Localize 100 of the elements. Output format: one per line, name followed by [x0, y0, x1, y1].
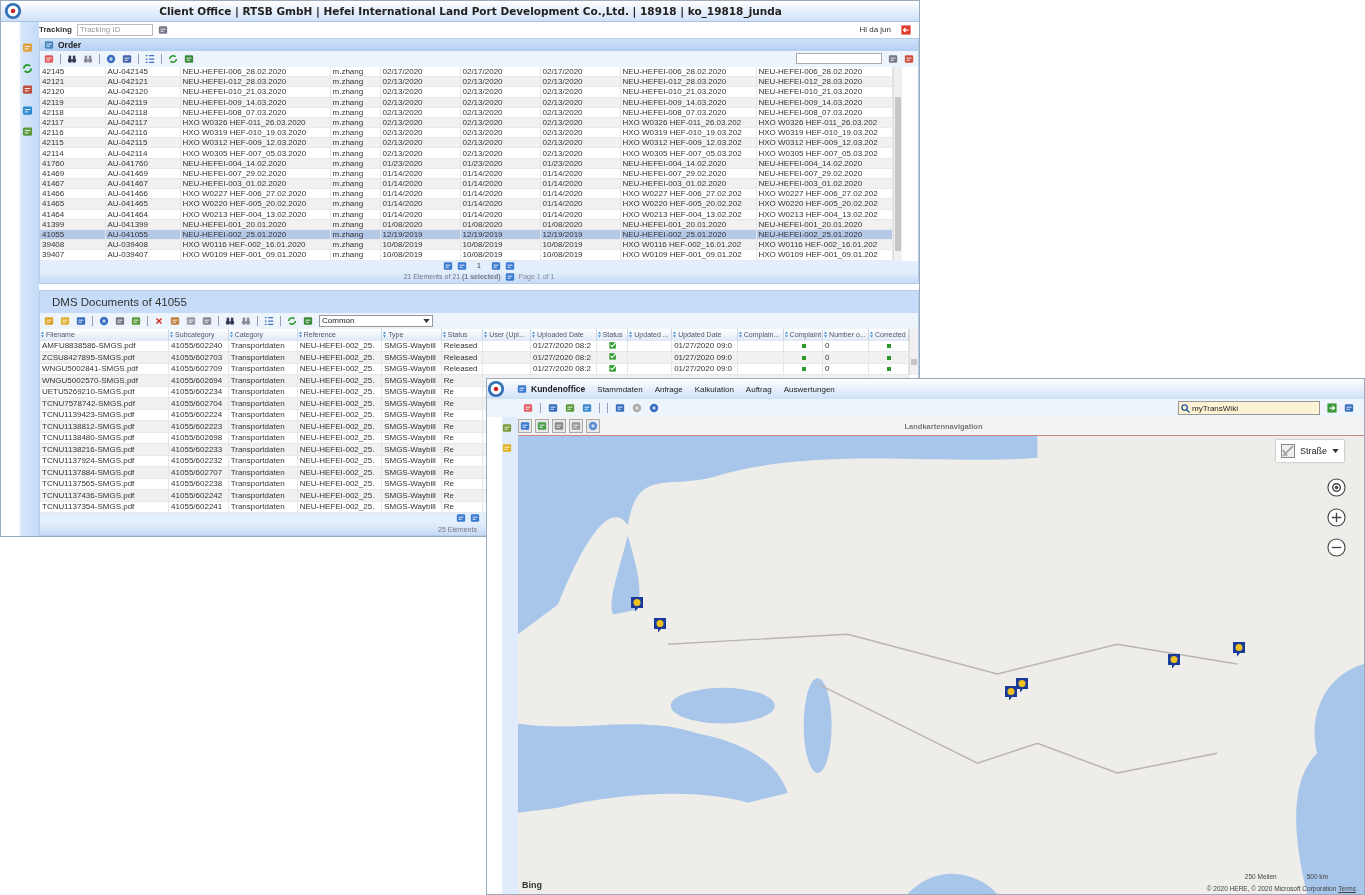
table-cell: 42116 [42, 128, 64, 138]
table-cell: 02/13/2020 [382, 77, 423, 87]
table-cell: NEU-HEFEI-007_29.02.2020 [622, 168, 727, 178]
table-cell: TCNU1138480-SMGS.pdf [42, 433, 135, 443]
table-row[interactable]: 39407 AU-039407 HXO W0109 HEF-001_09.01.2020 m.zhang 10/08/2019 10/08/2019 10/08/2019 HXO W0109 HEF-001_09.01.202 HXO W0109 HEF-001_09.01.202 [40, 249, 892, 260]
table-cell: Re [443, 375, 454, 385]
table-cell: TCNU1138216-SMGS.pdf [42, 444, 135, 454]
table-row[interactable]: 39408 AU-039408 HXO W0116 HEF-002_16.01.2020 m.zhang 10/08/2019 10/08/2019 10/08/2019 HXO W0116 HEF-002_16.01.202 HXO W0116 HEF-002_16.01.202 [40, 239, 892, 250]
table-cell: SMGS-Waybill [384, 456, 436, 466]
table-cell: 10/08/2019 [542, 250, 583, 260]
table-cell: AU-039407 [107, 250, 148, 260]
table-cell: SMGS-Waybill [384, 433, 436, 443]
table-cell: HXO W0312 HEF-009_12.03.202 [622, 138, 742, 148]
table-cell: 02/13/2020 [542, 87, 583, 97]
table-cell: HXO W0227 HEF-006_27.02.202 [758, 189, 878, 199]
table-cell: SMGS-Waybill [384, 387, 436, 397]
table-cell: HXO W0220 HEF-005_20.02.202 [758, 199, 878, 209]
table-cell: HXO W0319 HEF-010_19.03.202 [758, 128, 878, 138]
table-cell: TCNU1137924-SMGS.pdf [42, 456, 135, 466]
table-cell: 10/08/2019 [542, 240, 583, 250]
table-cell: 10/08/2019 [462, 250, 503, 260]
table-cell: 41055/602233 [171, 444, 223, 454]
table-cell: m.zhang [332, 117, 364, 127]
table-cell: 01/14/2020 [542, 179, 583, 189]
table-cell: 01/14/2020 [542, 199, 583, 209]
table-cell: m.zhang [332, 189, 364, 199]
table-cell: m.zhang [332, 97, 364, 107]
table-cell: AU-041055 [107, 230, 148, 240]
table-cell: 42115 [42, 138, 64, 148]
table-cell: 41760 [42, 158, 65, 168]
table-cell: 01/14/2020 [462, 209, 503, 219]
table-cell: 01/14/2020 [462, 189, 503, 199]
table-cell: 02/17/2020 [542, 67, 583, 77]
table-row[interactable]: 42121 AU-042121 NEU-HEFEI-012_28.03.2020 m.zhang 02/13/2020 02/13/2020 02/13/2020 NEU-HEFEI-012_28.03.2020 NEU-HEFEI-012_28.03.2020 [40, 76, 892, 87]
table-row[interactable]: 42118 AU-042118 NEU-HEFEI-008_07.03.2020 m.zhang 02/13/2020 02/13/2020 02/13/2020 NEU-HEFEI-008_07.03.2020 NEU-HEFEI-008_07.03.2020 [40, 107, 892, 118]
table-cell: NEU-HEFEI-003_01.02.2020 [182, 179, 287, 189]
table-cell: 41469 [42, 168, 65, 178]
table-cell: 39408 [42, 240, 65, 250]
table-row[interactable]: 41469 AU-041469 NEU-HEFEI-007_29.02.2020 m.zhang 01/14/2020 01/14/2020 01/14/2020 NEU-HEFEI-007_29.02.2020 NEU-HEFEI-007_29.02.2020 [40, 168, 892, 179]
table-row[interactable]: 42145 AU-042145 NEU-HEFEI-006_28.02.2020 m.zhang 02/17/2020 02/17/2020 02/17/2020 NEU-HEFEI-006_28.02.2020 NEU-HEFEI-006_28.02.2020 [40, 66, 892, 77]
table-cell: NEU-HEFEI-010_21.03.2020 [758, 87, 863, 97]
table-cell: NEU-HEFEI-008_07.03.2020 [622, 107, 727, 117]
table-cell: HXO W0109 HEF-001_09.01.2020 [182, 250, 307, 260]
table-row[interactable]: 42119 AU-042119 NEU-HEFEI-009_14.03.2020 m.zhang 02/13/2020 02/13/2020 02/13/2020 NEU-HEFEI-009_14.03.2020 NEU-HEFEI-009_14.03.2020 [40, 97, 892, 108]
table-row[interactable]: 41467 AU-041467 NEU-HEFEI-003_01.02.2020 m.zhang 01/14/2020 01/14/2020 01/14/2020 NEU-HEFEI-003_01.02.2020 NEU-HEFEI-003_01.02.2020 [40, 178, 892, 189]
table-cell: 41055/602694 [171, 375, 223, 385]
table-cell: 41467 [42, 179, 65, 189]
table-cell: 41465 [42, 199, 65, 209]
menu-item[interactable]: Kalkulation [694, 384, 734, 394]
table-row[interactable]: 42117 AU-042117 HXO W0326 HEF-011_26.03.2020 m.zhang 02/13/2020 02/13/2020 02/13/2020 HXO W0326 HEF-011_26.03.202 HXO W0326 HEF-011_26.03.202 [40, 117, 892, 128]
table-cell: NEU-HEFEI-002_25.01.2020 [758, 230, 863, 240]
table-cell: AU-042118 [107, 107, 148, 117]
menu-item[interactable]: Anfrage [654, 384, 683, 394]
table-cell: NEU-HEFEI-004_14.02.2020 [758, 158, 863, 168]
table-row[interactable]: 41465 AU-041465 HXO W0220 HEF-005_20.02.2020 m.zhang 01/14/2020 01/14/2020 01/14/2020 HXO W0220 HEF-005_20.02.202 HXO W0220 HEF-005_20.02.202 [40, 198, 892, 210]
table-cell: 39407 [42, 250, 65, 260]
search-field[interactable]: myTransWiki [1178, 401, 1320, 415]
table-cell: AU-042119 [107, 97, 148, 107]
table-row[interactable]: 41399 AU-041399 NEU-HEFEI-001_20.01.2020 m.zhang 01/08/2020 01/08/2020 01/08/2020 NEU-HEFEI-001_20.01.2020 NEU-HEFEI-001_20.01.2020 [40, 219, 892, 230]
table-cell: 02/13/2020 [382, 148, 423, 158]
table-row[interactable]: 41466 AU-041466 HXO W0227 HEF-006_27.02.2020 m.zhang 01/14/2020 01/14/2020 01/14/2020 HXO W0227 HEF-006_27.02.202 HXO W0227 HEF-006_27.02.202 [40, 188, 892, 199]
table-row[interactable]: 41055 AU-041055 NEU-HEFEI-002_25.01.2020 m.zhang 12/19/2019 12/19/2019 12/19/2019 NEU-HEFEI-002_25.01.2020 NEU-HEFEI-002_25.01.2020 [40, 229, 892, 240]
table-cell: NEU-HEFEI-012_28.03.2020 [758, 77, 863, 87]
table-cell: 01/23/2020 [382, 158, 423, 168]
menu-item[interactable]: Auswertungen [783, 384, 835, 394]
table-cell: 01/23/2020 [542, 158, 583, 168]
table-cell: 02/17/2020 [382, 67, 423, 77]
greeting: Hi da jun [859, 25, 891, 35]
table-cell: HXO W0319 HEF-010_19.03.202 [622, 128, 742, 138]
map-style-dropdown[interactable]: Straße [1276, 440, 1344, 462]
table-cell: 0 [825, 364, 830, 374]
table-cell: 02/13/2020 [462, 117, 503, 127]
table-cell: Re [443, 502, 454, 512]
table-row[interactable]: 42115 AU-042115 HXO W0312 HEF-009_12.03.2020 m.zhang 02/13/2020 02/13/2020 02/13/2020 HXO W0312 HEF-009_12.03.202 HXO W0312 HEF-009_12.03.202 [40, 137, 892, 148]
table-cell: Released [443, 364, 478, 374]
menu-item[interactable]: Auftrag [745, 384, 772, 394]
table-cell: Transportdaten [230, 444, 285, 454]
table-cell: Re [443, 467, 454, 477]
table-cell: NEU-HEFEI-009_14.03.2020 [622, 97, 727, 107]
table-cell: 02/13/2020 [462, 148, 503, 158]
table-cell: WNGU5002570-SMGS.pdf [42, 375, 139, 385]
table-cell: NEU-HEFEI-003_01.02.2020 [622, 179, 727, 189]
table-row[interactable]: 42114 AU-042114 HXO W0305 HEF-007_05.03.2020 m.zhang 02/13/2020 02/13/2020 02/13/2020 HXO W0305 HEF-007_05.03.202 HXO W0305 HEF-007_05.03.202 [40, 147, 892, 159]
table-cell: 02/13/2020 [462, 138, 503, 148]
table-cell: 02/13/2020 [462, 107, 503, 117]
table-cell: HXO W0305 HEF-007_05.03.202 [758, 148, 878, 158]
table-row[interactable]: 42116 AU-042116 HXO W0319 HEF-010_19.03.2020 m.zhang 02/13/2020 02/13/2020 02/13/2020 HXO W0319 HEF-010_19.03.202 HXO W0319 HEF-010_19.03.202 [40, 127, 892, 138]
table-row[interactable]: 42120 AU-042120 NEU-HEFEI-010_21.03.2020 m.zhang 02/13/2020 02/13/2020 02/13/2020 NEU-HEFEI-010_21.03.2020 NEU-HEFEI-010_21.03.2020 [40, 86, 892, 97]
table-row[interactable]: 41760 AU-041760 NEU-HEFEI-004_14.02.2020 m.zhang 01/23/2020 01/23/2020 01/23/2020 NEU-HEFEI-004_14.02.2020 NEU-HEFEI-004_14.02.2020 [40, 158, 892, 169]
table-cell: HXO W0109 HEF-001_09.01.202 [622, 250, 742, 260]
table-row[interactable]: 41464 AU-041464 HXO W0213 HEF-004_13.02.2020 m.zhang 01/14/2020 01/14/2020 01/14/2020 HXO W0213 HEF-004_13.02.202 HXO W0213 HEF-004_13.02.202 [40, 209, 892, 220]
view-dropdown[interactable]: Common [319, 314, 433, 327]
table-cell: m.zhang [332, 67, 364, 77]
table-cell: NEU-HEFEI-012_28.03.2020 [182, 77, 287, 87]
table-cell: 02/13/2020 [382, 97, 423, 107]
tracking-field[interactable]: Tracking ID [76, 23, 153, 36]
table-cell: Released [443, 341, 478, 351]
table-cell: Transportdaten [230, 433, 285, 443]
menu-item[interactable]: Stammdaten [597, 384, 643, 394]
table-cell: 41055/602241 [171, 502, 223, 512]
